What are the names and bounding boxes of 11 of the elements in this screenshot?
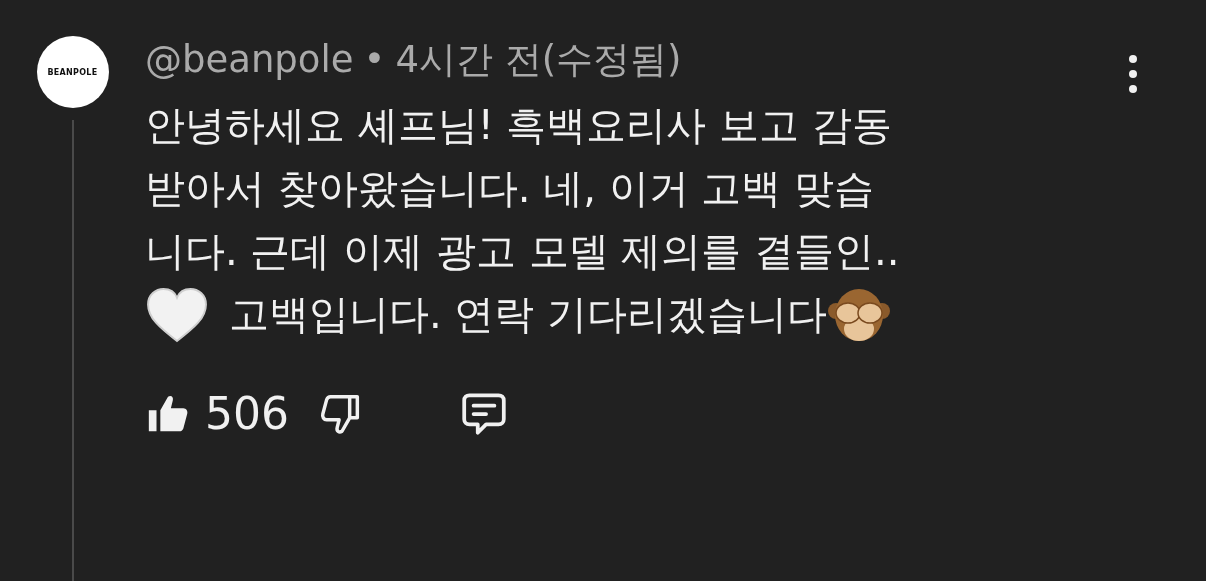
- comment-text: 고백입니다. 연락 기다리겠습니다: [229, 290, 828, 339]
- menu-icon: [1128, 54, 1138, 94]
- heart-icon: [145, 286, 209, 343]
- comment-text: 안녕하세요 셰프님! 흑백요리사 보고 감동 받아서 찾아왔습니다. 네, 이거 고백 맞습 니다. 근데 이제 광고 모델 제의를 곁들인..: [145, 101, 901, 276]
- author-name[interactable]: @beanpole: [145, 30, 354, 90]
- avatar[interactable]: BEANPOLE: [36, 36, 109, 108]
- edited-label: (수정됨): [541, 37, 682, 83]
- avatar-logo-text: BEANPOLE: [47, 67, 98, 77]
- timestamp: 4시간 전: [395, 37, 542, 83]
- like-count: 506: [205, 388, 289, 439]
- separator: •: [363, 37, 386, 83]
